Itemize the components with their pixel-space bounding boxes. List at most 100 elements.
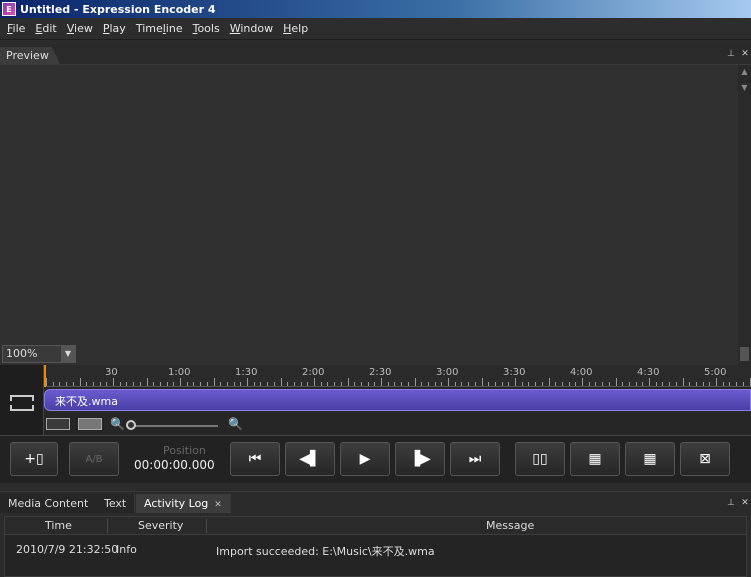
- timeline: 30 1:00 1:30 2:00 2:30 3:00 3:30 4:00 4:…: [0, 365, 751, 435]
- zoom-slider[interactable]: [126, 425, 218, 427]
- ab-compare-button[interactable]: A/B: [69, 442, 119, 476]
- ruler-tick: [575, 382, 577, 386]
- ruler-tick: [180, 378, 181, 386]
- add-marker-button[interactable]: +▯: [10, 442, 58, 476]
- pin-icon[interactable]: ⊥: [726, 498, 736, 508]
- add-trailer-button[interactable]: ▦: [625, 442, 675, 476]
- ruler-tick: [92, 382, 94, 386]
- scroll-down-icon[interactable]: ▼: [740, 83, 749, 92]
- step-back-button[interactable]: ◀▌: [285, 442, 335, 476]
- ruler-tick: [669, 382, 671, 386]
- ruler-tick: [267, 382, 269, 386]
- menu-window[interactable]: Window: [225, 22, 278, 35]
- ruler-tick: [113, 378, 114, 386]
- ruler-tick: [689, 382, 691, 386]
- preview-canvas: [0, 65, 738, 343]
- menu-edit[interactable]: Edit: [30, 22, 61, 35]
- pin-icon[interactable]: ⊥: [726, 49, 736, 59]
- timeline-ruler[interactable]: 30 1:00 1:30 2:00 2:30 3:00 3:30 4:00 4:…: [44, 365, 751, 387]
- ruler-tick: [461, 382, 463, 386]
- play-button[interactable]: ▶: [340, 442, 390, 476]
- ruler-tick: [535, 382, 537, 386]
- ruler-tick: [287, 382, 289, 386]
- col-time[interactable]: Time: [45, 519, 72, 532]
- scroll-thumb[interactable]: [740, 347, 749, 361]
- zoom-in-icon[interactable]: 🔍: [228, 417, 243, 431]
- menu-help[interactable]: Help: [278, 22, 313, 35]
- ruler-tick: [454, 382, 456, 386]
- skip-back-icon: ⏮: [248, 451, 262, 467]
- step-forward-icon: ▐▶: [409, 451, 431, 467]
- tick-label: 2:30: [369, 367, 392, 378]
- zoom-out-icon[interactable]: 🔍: [110, 417, 125, 431]
- row-time: 2010/7/9 21:32:50: [16, 543, 119, 556]
- view-mode-icon[interactable]: [46, 418, 70, 430]
- ruler-tick: [99, 382, 101, 386]
- col-severity[interactable]: Severity: [138, 519, 183, 532]
- timeline-tools: 🔍 🔍: [44, 413, 751, 435]
- tick-label: 4:00: [570, 367, 593, 378]
- scroll-up-icon[interactable]: ▲: [740, 67, 749, 76]
- ruler-tick: [159, 382, 161, 386]
- go-to-start-button[interactable]: ⏮: [230, 442, 280, 476]
- tab-preview[interactable]: Preview: [0, 47, 61, 65]
- ruler-tick: [340, 382, 342, 386]
- split-clip-button[interactable]: ▯▯: [515, 442, 565, 476]
- ruler-tick: [622, 382, 624, 386]
- ruler-tick: [300, 382, 302, 386]
- ruler-tick: [421, 382, 423, 386]
- menu-timeline[interactable]: Timeline: [131, 22, 188, 35]
- tab-text[interactable]: Text: [96, 494, 136, 514]
- ruler-tick: [749, 378, 751, 386]
- preview-scrollbar[interactable]: ▲ ▼: [738, 65, 751, 363]
- close-icon[interactable]: ✕: [740, 49, 750, 59]
- film-strip-icon: ▦: [643, 451, 657, 467]
- ruler-tick: [327, 382, 329, 386]
- ruler-tick: [468, 382, 470, 386]
- ruler-tick: [481, 378, 483, 386]
- position-value: 00:00:00.000: [134, 458, 215, 472]
- playhead[interactable]: [44, 365, 49, 387]
- menu-play[interactable]: Play: [98, 22, 131, 35]
- tab-media-content[interactable]: Media Content: [0, 494, 98, 514]
- transport-bar: +▯ A/B Position 00:00:00.000 ⏮ ◀▌ ▶ ▐▶ ⏭…: [0, 435, 751, 483]
- add-leader-button[interactable]: ▦: [570, 442, 620, 476]
- ruler-tick: [193, 382, 195, 386]
- zoom-row: 100% ▼: [0, 343, 738, 365]
- menu-view[interactable]: View: [62, 22, 98, 35]
- ruler-tick: [615, 378, 617, 386]
- zoom-slider-knob[interactable]: [126, 420, 136, 430]
- step-forward-button[interactable]: ▐▶: [395, 442, 445, 476]
- zoom-select[interactable]: 100% ▼: [2, 345, 76, 363]
- ruler-tick: [521, 382, 523, 386]
- view-mode-alt-icon[interactable]: [78, 418, 102, 430]
- ruler-tick: [381, 378, 382, 386]
- go-to-end-button[interactable]: ⏭: [450, 442, 500, 476]
- chevron-down-icon[interactable]: ▼: [61, 346, 75, 362]
- ruler-tick: [649, 378, 650, 386]
- menu-tools[interactable]: Tools: [188, 22, 225, 35]
- ruler-tick: [528, 382, 530, 386]
- ruler-tick: [273, 382, 275, 386]
- ruler-tick: [240, 382, 242, 386]
- close-icon[interactable]: ✕: [740, 498, 750, 508]
- ruler-tick: [682, 378, 684, 386]
- ruler-tick: [515, 378, 516, 386]
- ruler-tick: [52, 382, 54, 386]
- close-icon[interactable]: ✕: [214, 500, 222, 510]
- film-strip-icon: ▦: [588, 451, 602, 467]
- ruler-tick: [334, 382, 336, 386]
- ab-label: A/B: [85, 453, 103, 465]
- col-message[interactable]: Message: [486, 519, 534, 532]
- ruler-tick: [72, 382, 74, 386]
- remove-clip-button[interactable]: ⊠: [680, 442, 730, 476]
- col-separator[interactable]: [206, 519, 207, 533]
- ruler-tick: [602, 382, 604, 386]
- clip-track[interactable]: 来不及.wma: [44, 389, 751, 411]
- col-separator[interactable]: [107, 519, 108, 533]
- ruler-tick: [280, 378, 282, 386]
- menu-file[interactable]: File: [2, 22, 30, 35]
- ruler-tick: [595, 382, 597, 386]
- ruler-tick: [307, 382, 309, 386]
- tab-activity-log[interactable]: Activity Log ✕: [136, 494, 231, 514]
